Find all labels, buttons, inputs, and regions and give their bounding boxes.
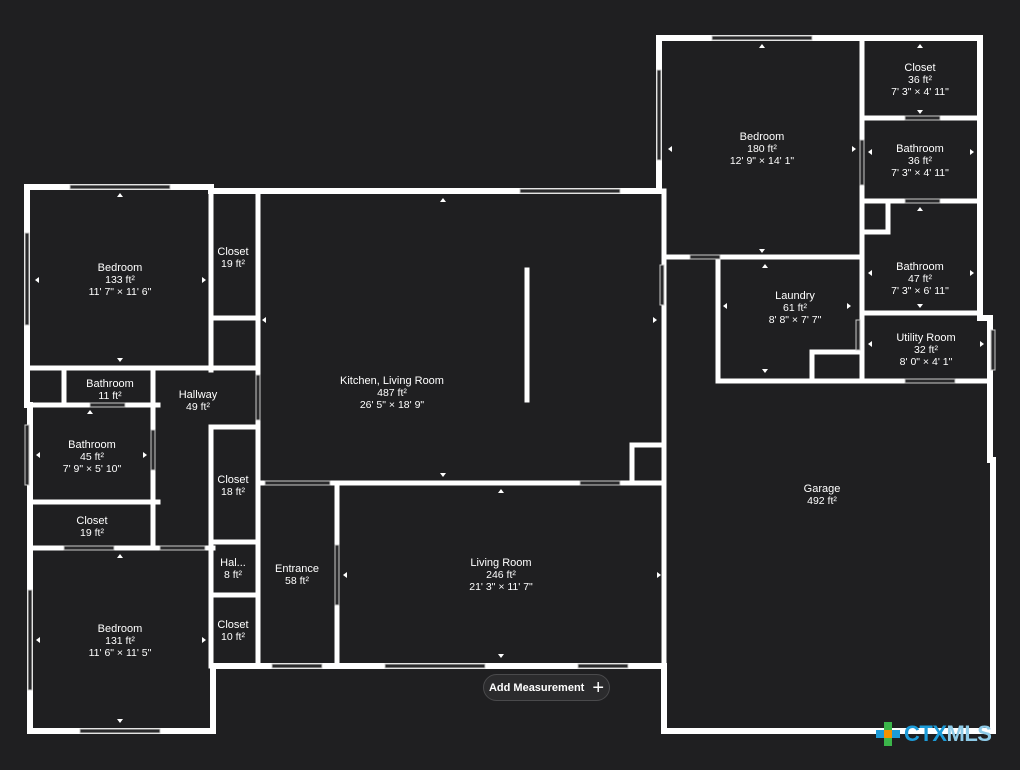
room-area: 49 ft²	[186, 401, 210, 413]
room-area: 58 ft²	[285, 575, 309, 587]
room-bathroom-ne[interactable]: Bathroom 36 ft² 7' 3" × 4' 11"	[891, 143, 949, 179]
room-bathroom-w[interactable]: Bathroom 45 ft² 7' 9" × 5' 10"	[63, 439, 121, 475]
room-living-room[interactable]: Living Room 246 ft² 21' 3" × 11' 7"	[469, 557, 533, 593]
room-hall-small[interactable]: Hal... 8 ft²	[220, 557, 246, 581]
logo-ctx: CTX	[904, 721, 947, 746]
room-closet-nw[interactable]: Closet 19 ft²	[217, 246, 248, 270]
room-dims: 26' 5" × 18' 9"	[359, 399, 425, 411]
room-area: 36 ft²	[908, 74, 932, 86]
room-name: Closet	[217, 246, 249, 258]
room-name: Utility Room	[896, 332, 956, 344]
room-name: Entrance	[274, 563, 320, 575]
room-name: Bedroom	[97, 623, 143, 635]
room-name: Kitchen, Living Room	[340, 375, 444, 387]
room-name: Hallway	[178, 389, 218, 401]
room-hallway[interactable]: Hallway 49 ft²	[179, 389, 218, 413]
room-dims: 8' 0" × 4' 1"	[899, 356, 953, 368]
room-dims: 8' 8" × 7' 7"	[768, 314, 822, 326]
logo-mls: MLS	[946, 721, 992, 746]
room-bedroom-nw[interactable]: Bedroom 133 ft² 11' 7" × 11' 6"	[89, 262, 152, 298]
logo-text: CTXMLS	[904, 721, 992, 747]
room-bedroom-ne[interactable]: Bedroom 180 ft² 12' 9" × 14' 1"	[730, 131, 794, 167]
room-dims: 7' 3" × 6' 11"	[891, 285, 949, 297]
room-bathroom-small[interactable]: Bathroom 11 ft²	[86, 378, 134, 402]
room-name: Hal...	[220, 557, 246, 569]
plus-icon: +	[592, 676, 605, 699]
room-area: 492 ft²	[807, 495, 837, 507]
room-name: Closet	[217, 474, 249, 486]
room-dims: 11' 7" × 11' 6"	[88, 286, 152, 298]
room-area: 45 ft²	[80, 451, 104, 463]
room-dims: 7' 3" × 4' 11"	[891, 86, 949, 98]
room-closet-sw[interactable]: Closet 10 ft²	[217, 619, 248, 643]
room-bedroom-sw[interactable]: Bedroom 131 ft² 11' 6" × 11' 5"	[89, 623, 152, 659]
room-area: 36 ft²	[908, 155, 932, 167]
room-area: 133 ft²	[105, 274, 135, 286]
room-area: 19 ft²	[80, 527, 104, 539]
room-area: 11 ft²	[98, 390, 122, 402]
room-name: Bathroom	[68, 439, 116, 451]
room-name: Bathroom	[86, 378, 134, 390]
add-measurement-button[interactable]: Add Measurement +	[483, 674, 610, 701]
room-name: Bathroom	[896, 261, 944, 273]
windows	[24, 35, 996, 734]
room-closet-ne[interactable]: Closet 36 ft² 7' 3" × 4' 11"	[891, 62, 949, 98]
room-area: 10 ft²	[221, 631, 245, 643]
room-closet-mid[interactable]: Closet 18 ft²	[217, 474, 248, 498]
room-name: Living Room	[470, 557, 532, 569]
room-kitchen-living[interactable]: Kitchen, Living Room 487 ft² 26' 5" × 18…	[340, 375, 444, 411]
room-area: 19 ft²	[221, 258, 245, 270]
room-laundry[interactable]: Laundry 61 ft² 8' 8" × 7' 7"	[769, 290, 822, 326]
room-closet-w[interactable]: Closet 19 ft²	[76, 515, 107, 539]
room-utility[interactable]: Utility Room 32 ft² 8' 0" × 4' 1"	[896, 332, 955, 368]
room-dims: 12' 9" × 14' 1"	[729, 155, 795, 167]
room-name: Garage	[803, 483, 841, 495]
room-garage[interactable]: Garage 492 ft²	[804, 483, 841, 507]
room-name: Bedroom	[739, 131, 785, 143]
room-bathroom-e[interactable]: Bathroom 47 ft² 7' 3" × 6' 11"	[891, 261, 949, 297]
room-name: Bedroom	[97, 262, 143, 274]
room-area: 246 ft²	[486, 569, 516, 581]
room-name: Closet	[217, 619, 249, 631]
room-dims: 7' 3" × 4' 11"	[891, 167, 949, 179]
add-measurement-label: Add Measurement	[488, 681, 585, 694]
room-area: 131 ft²	[105, 635, 135, 647]
ctxmls-logo: CTXMLS	[874, 720, 992, 748]
room-area: 487 ft²	[377, 387, 407, 399]
room-entrance[interactable]: Entrance 58 ft²	[275, 563, 319, 587]
room-name: Laundry	[775, 290, 815, 302]
exterior-walls	[24, 35, 996, 734]
room-name: Closet	[904, 62, 936, 74]
room-area: 18 ft²	[221, 486, 245, 498]
texas-cross-icon	[876, 722, 900, 746]
room-dims: 21' 3" × 11' 7"	[469, 581, 533, 593]
room-area: 61 ft²	[783, 302, 807, 314]
room-area: 8 ft²	[223, 569, 243, 581]
room-name: Closet	[76, 515, 108, 527]
floor-plan	[24, 35, 996, 734]
room-area: 32 ft²	[914, 344, 938, 356]
room-dims: 7' 9" × 5' 10"	[62, 463, 122, 475]
room-name: Bathroom	[896, 143, 944, 155]
room-area: 180 ft²	[747, 143, 777, 155]
room-dims: 11' 6" × 11' 5"	[88, 647, 152, 659]
room-area: 47 ft²	[908, 273, 932, 285]
